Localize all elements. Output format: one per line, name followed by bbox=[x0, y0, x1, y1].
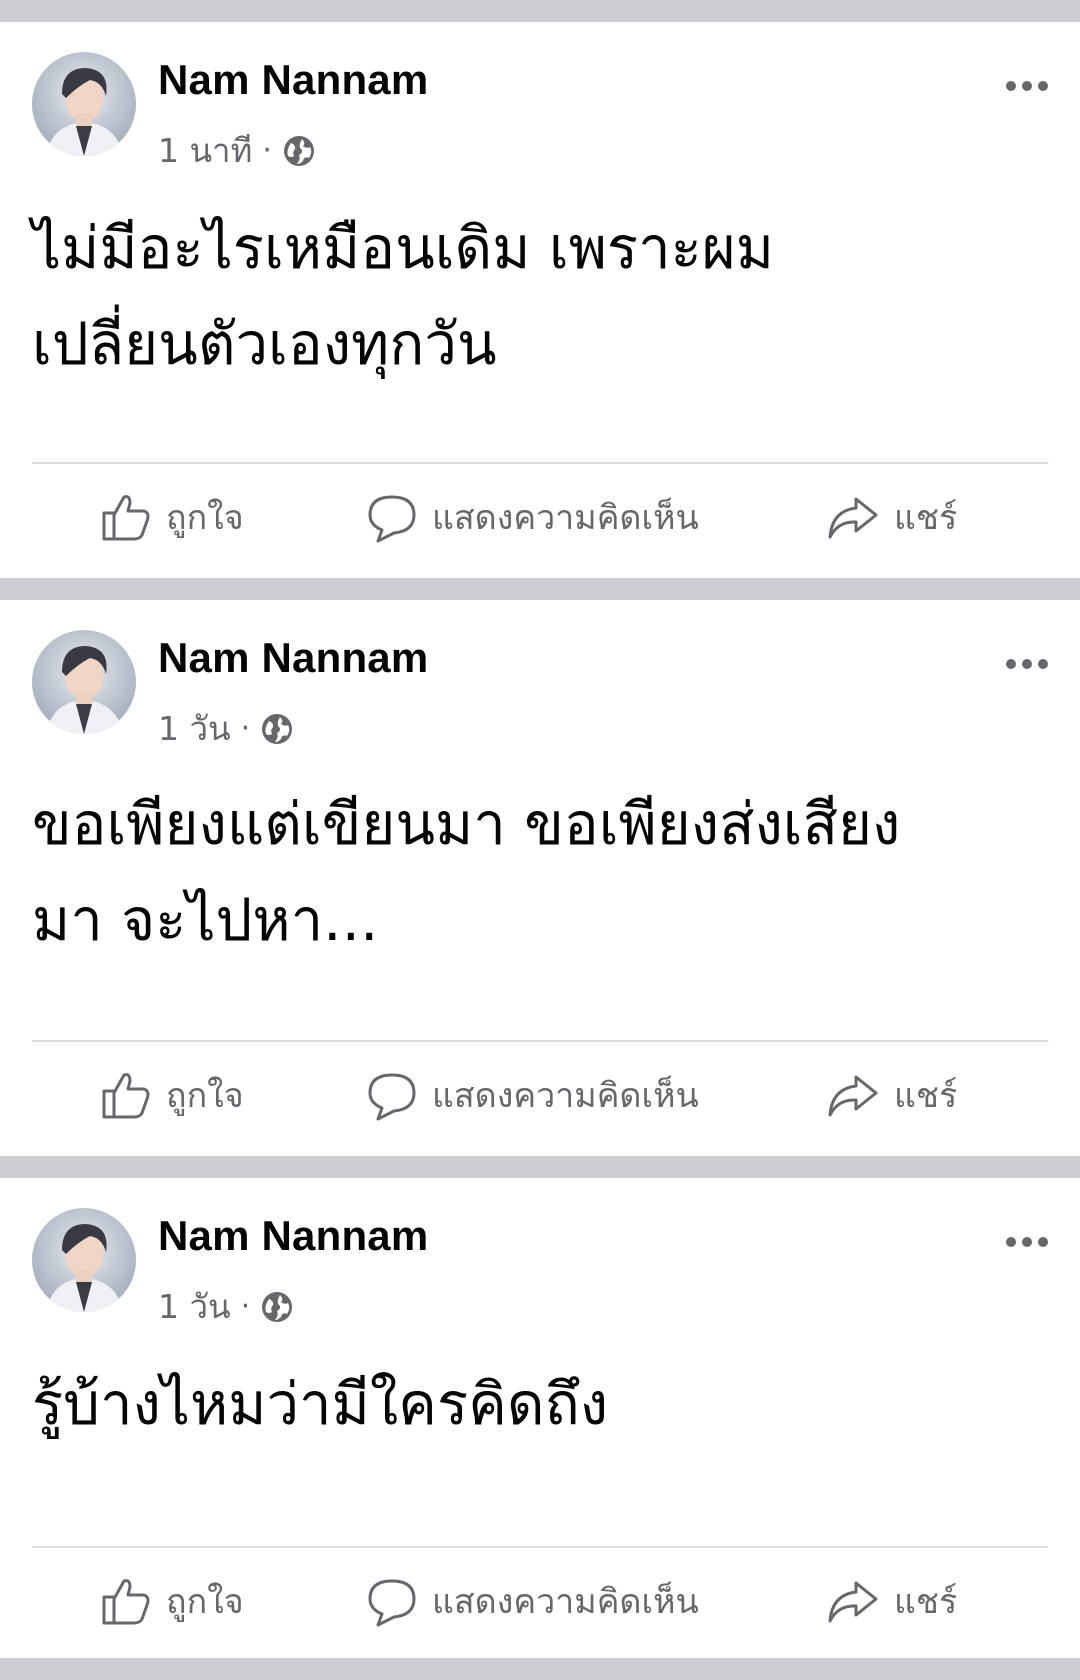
feed-gap bbox=[0, 1156, 1080, 1178]
divider bbox=[32, 1040, 1048, 1042]
post-meta: 1 นาที · bbox=[158, 124, 316, 177]
share-label: แชร์ bbox=[894, 498, 958, 538]
avatar[interactable] bbox=[32, 630, 136, 734]
thumbs-up-icon bbox=[102, 495, 150, 541]
like-label: ถูกใจ bbox=[166, 1076, 244, 1116]
comment-label: แสดงความคิดเห็น bbox=[432, 1582, 699, 1622]
post-card: Nam Nannam 1 วัน · ขอเพียงแต่เขียนมา ขอเ… bbox=[0, 600, 1080, 1156]
comment-icon bbox=[368, 495, 416, 543]
author-name[interactable]: Nam Nannam bbox=[158, 56, 428, 104]
more-options-icon[interactable] bbox=[1004, 1232, 1050, 1252]
like-label: ถูกใจ bbox=[166, 1582, 244, 1622]
post-actions: ถูกใจ แสดงความคิดเห็น แชร์ bbox=[0, 1046, 1080, 1146]
share-button[interactable]: แชร์ bbox=[826, 490, 957, 544]
post-text: ขอเพียงแต่เขียนมา ขอเพียงส่งเสียง มา จะไ… bbox=[32, 790, 901, 954]
globe-icon bbox=[260, 1290, 294, 1324]
post-meta: 1 วัน · bbox=[158, 1280, 294, 1333]
comment-icon bbox=[368, 1579, 416, 1627]
comment-button[interactable]: แสดงความคิดเห็น bbox=[366, 1068, 699, 1122]
divider bbox=[32, 462, 1048, 464]
comment-button[interactable]: แสดงความคิดเห็น bbox=[366, 1574, 699, 1628]
meta-separator: · bbox=[240, 711, 251, 746]
post-time[interactable]: 1 นาที bbox=[158, 124, 252, 177]
globe-icon bbox=[260, 712, 294, 746]
meta-separator: · bbox=[240, 1289, 251, 1324]
avatar[interactable] bbox=[32, 52, 136, 156]
like-button[interactable]: ถูกใจ bbox=[100, 1068, 244, 1122]
share-label: แชร์ bbox=[894, 1076, 958, 1116]
thumbs-up-icon bbox=[102, 1073, 150, 1119]
post-time[interactable]: 1 วัน bbox=[158, 702, 231, 755]
more-options-icon[interactable] bbox=[1004, 654, 1050, 674]
comment-label: แสดงความคิดเห็น bbox=[432, 498, 699, 538]
share-button[interactable]: แชร์ bbox=[826, 1574, 957, 1628]
feed-gap bbox=[0, 0, 1080, 22]
more-options-icon[interactable] bbox=[1004, 76, 1050, 96]
thumbs-up-icon bbox=[102, 1579, 150, 1625]
share-icon bbox=[828, 497, 878, 539]
post-text: ไม่มีอะไรเหมือนเดิม เพราะผม เปลี่ยนตัวเอ… bbox=[32, 214, 775, 378]
post-text: รู้บ้างไหมว่ามีใครคิดถึง bbox=[32, 1370, 609, 1438]
share-button[interactable]: แชร์ bbox=[826, 1068, 957, 1122]
post-time[interactable]: 1 วัน bbox=[158, 1280, 231, 1333]
like-label: ถูกใจ bbox=[166, 498, 244, 538]
avatar[interactable] bbox=[32, 1208, 136, 1312]
post-card: Nam Nannam 1 นาที · ไม่มีอะไรเหมือนเดิม … bbox=[0, 22, 1080, 578]
author-name[interactable]: Nam Nannam bbox=[158, 1212, 428, 1260]
like-button[interactable]: ถูกใจ bbox=[100, 490, 244, 544]
post-meta: 1 วัน · bbox=[158, 702, 294, 755]
feed-gap bbox=[0, 1658, 1080, 1680]
share-label: แชร์ bbox=[894, 1582, 958, 1622]
post-actions: ถูกใจ แสดงความคิดเห็น แชร์ bbox=[0, 468, 1080, 568]
globe-icon bbox=[282, 134, 316, 168]
share-icon bbox=[828, 1075, 878, 1117]
comment-button[interactable]: แสดงความคิดเห็น bbox=[366, 490, 699, 544]
share-icon bbox=[828, 1581, 878, 1623]
author-name[interactable]: Nam Nannam bbox=[158, 634, 428, 682]
post-actions: ถูกใจ แสดงความคิดเห็น แชร์ bbox=[0, 1552, 1080, 1652]
comment-icon bbox=[368, 1073, 416, 1121]
comment-label: แสดงความคิดเห็น bbox=[432, 1076, 699, 1116]
divider bbox=[32, 1546, 1048, 1548]
post-card: Nam Nannam 1 วัน · รู้บ้างไหมว่ามีใครคิด… bbox=[0, 1178, 1080, 1658]
meta-separator: · bbox=[262, 133, 272, 168]
feed-gap bbox=[0, 578, 1080, 600]
like-button[interactable]: ถูกใจ bbox=[100, 1574, 244, 1628]
